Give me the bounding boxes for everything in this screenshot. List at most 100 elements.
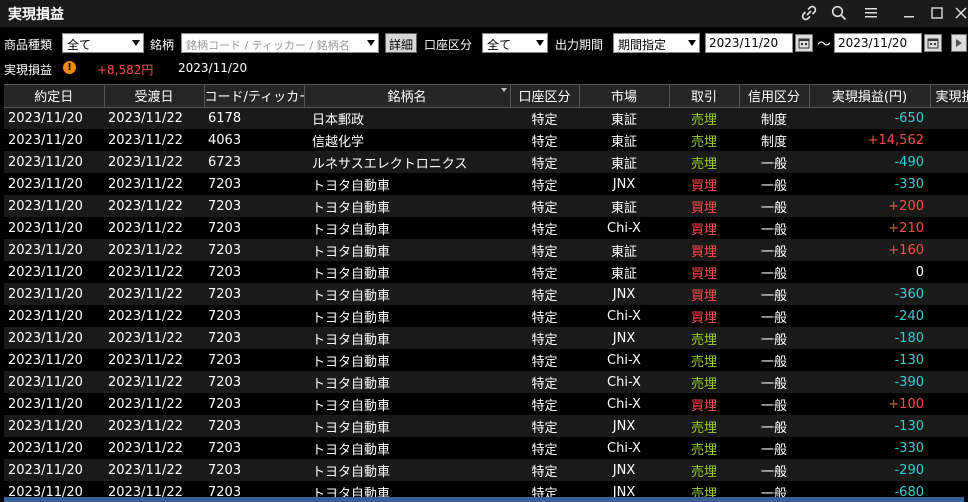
account-cell: 特定 <box>510 371 579 393</box>
code-cell: 7203 <box>204 173 304 195</box>
margin-type-cell: 一般 <box>739 371 809 393</box>
code-cell: 7203 <box>204 217 304 239</box>
stock-name-cell: トヨタ自動車 <box>304 217 510 239</box>
trade-type-cell: 買埋 <box>669 393 739 415</box>
account-type-value: 全て <box>487 38 512 52</box>
code-cell: 7203 <box>204 459 304 481</box>
code-cell: 7203 <box>204 261 304 283</box>
settle-date-cell: 2023/11/22 <box>104 239 204 261</box>
market-cell: Chi-X <box>579 393 669 415</box>
code-cell: 7203 <box>204 415 304 437</box>
market-cell: 東証 <box>579 129 669 151</box>
pnl-table: 約定日受渡日コード/ティッカー銘柄名口座区分市場取引信用区分実現損益(円)実現損… <box>4 85 968 502</box>
trade-date-cell: 2023/11/20 <box>4 195 104 217</box>
date-from-input[interactable]: 2023/11/20 <box>705 33 793 53</box>
minimize-icon[interactable] <box>898 3 920 23</box>
code-cell: 4063 <box>204 129 304 151</box>
table-row[interactable]: 2023/11/20 2023/11/22 7203 トヨタ自動車 特定 JNX 売埋 一般 -… <box>4 415 968 437</box>
table-row[interactable]: 2023/11/20 2023/11/22 7203 トヨタ自動車 特定 Chi-X 買埋一… <box>4 217 968 239</box>
pnl-cell: -130 <box>809 349 930 371</box>
pnl-cell: 0 <box>809 261 930 283</box>
period-select[interactable]: 期間指定 <box>613 33 700 53</box>
search-icon[interactable] <box>828 3 850 23</box>
trade-date-cell: 2023/11/20 <box>4 283 104 305</box>
table-row[interactable]: 2023/11/20 2023/11/22 7203 トヨタ自動車 特定 Chi-X 売埋一… <box>4 437 968 459</box>
maximize-icon[interactable] <box>926 3 948 23</box>
pnl-cell: -180 <box>809 327 930 349</box>
chevron-down-icon <box>536 40 544 46</box>
code-cell: 7203 <box>204 349 304 371</box>
market-cell: JNX <box>579 283 669 305</box>
warning-icon[interactable]: ! <box>63 61 76 74</box>
table-row[interactable]: 2023/11/20 2023/11/22 7203 トヨタ自動車 特定 JNX 売埋 一般 -… <box>4 327 968 349</box>
stock-label: 銘柄 <box>150 38 175 52</box>
account-type-select[interactable]: 全て <box>482 33 548 53</box>
table-row[interactable]: 2023/11/20 2023/11/22 7203 トヨタ自動車 特定 東証 買埋 一般 +1… <box>4 239 968 261</box>
margin-type-cell: 一般 <box>739 283 809 305</box>
trade-date-cell: 2023/11/20 <box>4 217 104 239</box>
detail-button[interactable]: 詳細 <box>385 33 418 53</box>
column-header[interactable]: 信用区分 <box>739 85 810 108</box>
column-header[interactable]: 受渡日 <box>104 85 205 108</box>
settle-date-cell: 2023/11/22 <box>104 129 204 151</box>
stock-name-cell: トヨタ自動車 <box>304 349 510 371</box>
close-icon[interactable] <box>950 3 968 23</box>
table-row[interactable]: 2023/11/20 2023/11/22 7203 トヨタ自動車 特定 Chi-X 売埋一… <box>4 371 968 393</box>
table-row[interactable]: 2023/11/20 2023/11/22 7203 トヨタ自動車 特定 Chi-X 買埋一… <box>4 393 968 415</box>
column-header[interactable]: 市場 <box>579 85 670 108</box>
menu-icon[interactable] <box>860 3 882 23</box>
link-icon[interactable] <box>798 3 820 23</box>
settle-date-cell: 2023/11/22 <box>104 459 204 481</box>
calendar-icon[interactable] <box>924 34 942 52</box>
product-type-label: 商品種類 <box>4 38 53 52</box>
table-row[interactable]: 2023/11/20 2023/11/22 7203 トヨタ自動車 特定 東証 買埋 一般 +2… <box>4 195 968 217</box>
table-body: 2023/11/20 2023/11/22 6178 日本郵政 特定 東証 売埋 制度 -650… <box>4 107 968 502</box>
pnl-cell: -330 <box>809 173 930 195</box>
trade-date-cell: 2023/11/20 <box>4 327 104 349</box>
pnl-cell: +100 <box>809 393 930 415</box>
trade-date-cell: 2023/11/20 <box>4 349 104 371</box>
settle-date-cell: 2023/11/22 <box>104 173 204 195</box>
column-header[interactable]: 約定日 <box>4 85 105 108</box>
calendar-icon[interactable] <box>795 34 813 52</box>
table-row[interactable]: 2023/11/20 2023/11/22 7203 トヨタ自動車 特定 JNX 買埋 一般 -… <box>4 173 968 195</box>
column-header[interactable]: 実現損 <box>930 85 968 108</box>
chevron-down-icon <box>132 40 140 46</box>
trade-type-cell: 売埋 <box>669 129 739 151</box>
table-row[interactable]: 2023/11/20 2023/11/22 4063 信越化学 特定 東証 売埋 制度 +14,… <box>4 129 968 151</box>
stock-search-input[interactable]: 銘柄コード / ティッカー / 銘柄名 <box>181 33 379 53</box>
margin-type-cell: 一般 <box>739 327 809 349</box>
column-header[interactable]: 口座区分 <box>510 85 580 108</box>
account-cell: 特定 <box>510 217 579 239</box>
table-row[interactable]: 2023/11/20 2023/11/22 7203 トヨタ自動車 特定 JNX 買埋 一般 -… <box>4 283 968 305</box>
product-type-select[interactable]: 全て <box>62 33 144 53</box>
table-row[interactable]: 2023/11/20 2023/11/22 6723 ルネサスエレクトロニクス 特定 東証… <box>4 151 968 173</box>
margin-type-cell: 一般 <box>739 459 809 481</box>
table-row[interactable]: 2023/11/20 2023/11/22 6178 日本郵政 特定 東証 売埋 制度 -650 <box>4 107 968 129</box>
pnl-cell: -360 <box>809 283 930 305</box>
margin-type-cell: 一般 <box>739 195 809 217</box>
pnl-table-container[interactable]: 約定日受渡日コード/ティッカー銘柄名口座区分市場取引信用区分実現損益(円)実現損… <box>4 84 968 502</box>
table-row[interactable]: 2023/11/20 2023/11/22 7203 トヨタ自動車 特定 東証 買埋 一般 0 <box>4 261 968 283</box>
table-row[interactable]: 2023/11/20 2023/11/22 7203 トヨタ自動車 特定 Chi-X 買埋一… <box>4 305 968 327</box>
market-cell: 東証 <box>579 195 669 217</box>
table-row[interactable]: 2023/11/20 2023/11/22 7203 トヨタ自動車 特定 JNX 売埋 一般 -… <box>4 459 968 481</box>
trade-type-cell: 買埋 <box>669 239 739 261</box>
stock-name-cell: 信越化学 <box>304 129 510 151</box>
search-submit-button[interactable] <box>951 34 967 52</box>
settle-date-cell: 2023/11/22 <box>104 261 204 283</box>
date-to-input[interactable]: 2023/11/20 <box>834 33 922 53</box>
account-cell: 特定 <box>510 349 579 371</box>
table-row[interactable]: 2023/11/20 2023/11/22 7203 トヨタ自動車 特定 Chi-X 売埋一… <box>4 349 968 371</box>
trade-type-cell: 売埋 <box>669 327 739 349</box>
column-header[interactable]: 取引 <box>669 85 740 108</box>
column-header[interactable]: コード/ティッカー <box>204 85 305 108</box>
settle-date-cell: 2023/11/22 <box>104 283 204 305</box>
horizontal-scrollbar[interactable] <box>4 497 964 502</box>
market-cell: 東証 <box>579 151 669 173</box>
column-header[interactable]: 実現損益(円) <box>809 85 931 108</box>
column-header[interactable]: 銘柄名 <box>304 85 511 108</box>
overflow-cell <box>930 129 968 151</box>
settle-date-cell: 2023/11/22 <box>104 151 204 173</box>
trade-type-cell: 買埋 <box>669 305 739 327</box>
